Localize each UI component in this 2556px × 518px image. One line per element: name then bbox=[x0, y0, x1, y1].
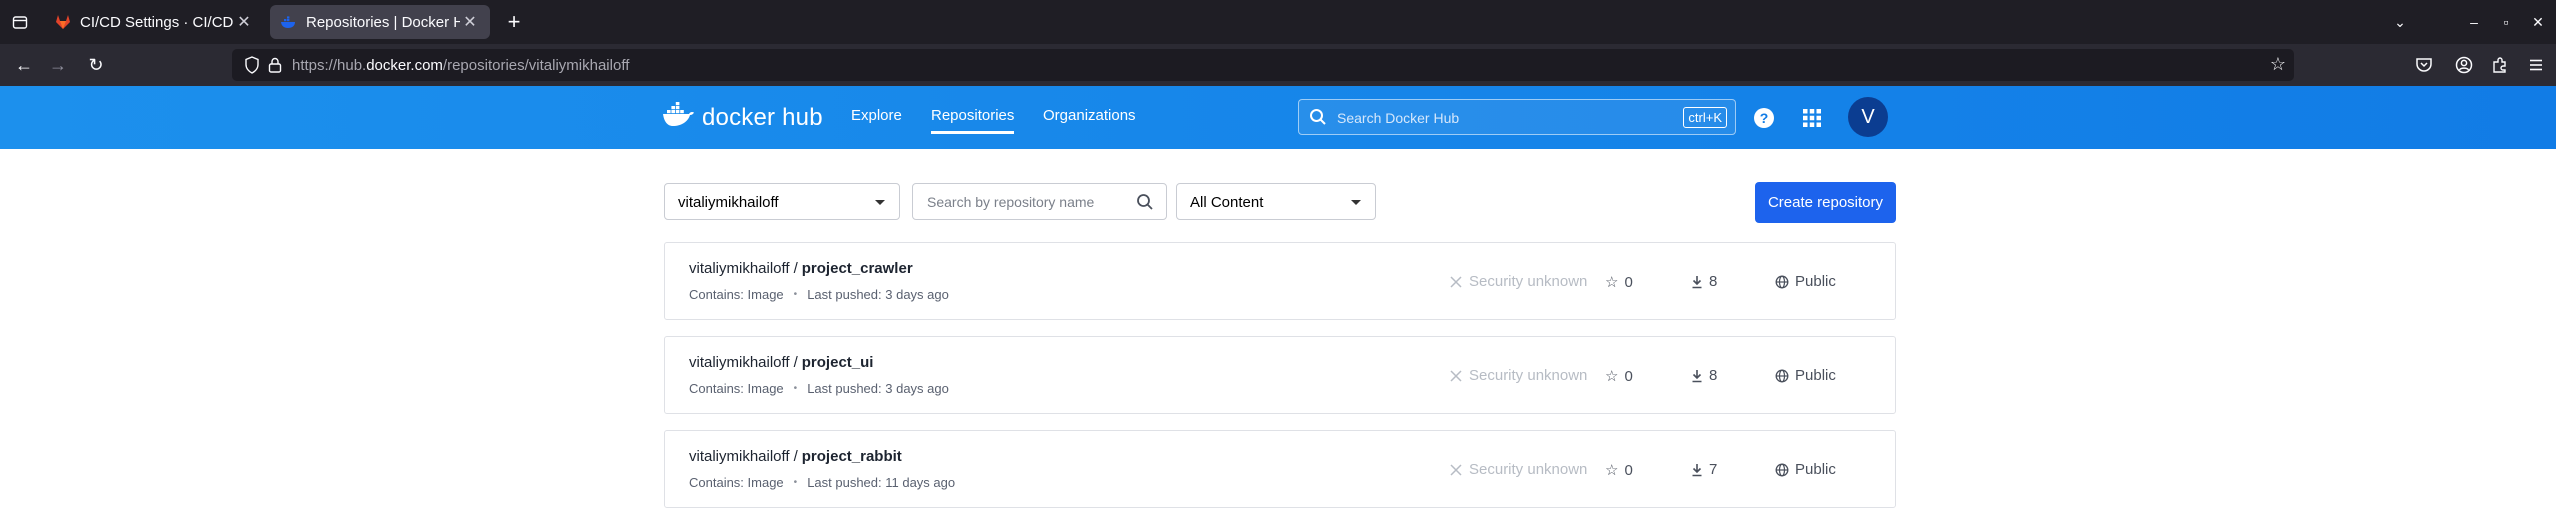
back-icon[interactable]: ← bbox=[12, 53, 36, 77]
namespace-select[interactable]: vitaliymikhailoff bbox=[664, 183, 900, 220]
search-placeholder: Search Docker Hub bbox=[1337, 110, 1460, 126]
repository-name[interactable]: vitaliymikhailoff / project_rabbit bbox=[689, 448, 902, 465]
docker-hub-header: docker hub Explore Repositories Organiza… bbox=[0, 86, 2556, 149]
shield-icon[interactable] bbox=[244, 56, 260, 79]
close-tab-icon[interactable]: ✕ bbox=[460, 12, 480, 32]
close-tab-icon[interactable]: ✕ bbox=[234, 12, 254, 32]
docker-whale-icon bbox=[662, 102, 696, 133]
docker-hub-logo[interactable]: docker hub bbox=[662, 102, 823, 133]
pocket-icon[interactable] bbox=[2412, 53, 2436, 77]
download-icon bbox=[1691, 463, 1703, 477]
content-filter-select[interactable]: All Content bbox=[1176, 183, 1376, 220]
repository-card[interactable]: vitaliymikhailoff / project_crawler Contai… bbox=[664, 242, 1896, 320]
pull-count: 8 bbox=[1691, 367, 1717, 384]
avatar[interactable]: V bbox=[1848, 97, 1888, 137]
browser-tab-bar: CI/CD Settings · CI/CD · Se ✕ Repositori… bbox=[0, 0, 2556, 44]
security-unknown-icon bbox=[1449, 463, 1463, 477]
chevron-down-icon bbox=[1351, 200, 1361, 205]
search-shortcut-badge: ctrl+K bbox=[1683, 107, 1727, 128]
address-bar[interactable]: https://hub.docker.com/repositories/vita… bbox=[232, 49, 2294, 81]
star-count: ☆ 0 bbox=[1605, 273, 1633, 292]
repository-meta: Contains: Image • Last pushed: 3 days ago bbox=[689, 381, 949, 396]
repository-card[interactable]: vitaliymikhailoff / project_rabbit Contain… bbox=[664, 430, 1896, 508]
repository-search-input[interactable]: Search by repository name bbox=[912, 183, 1167, 220]
list-all-tabs-icon[interactable]: ⌄ bbox=[2388, 10, 2412, 34]
new-tab-icon[interactable]: + bbox=[502, 10, 526, 34]
url-text: https://hub.docker.com/repositories/vita… bbox=[292, 57, 630, 74]
lock-icon[interactable] bbox=[268, 56, 282, 79]
pull-count: 7 bbox=[1691, 461, 1717, 478]
repository-name[interactable]: vitaliymikhailoff / project_ui bbox=[689, 354, 873, 371]
tab-list-icon[interactable] bbox=[8, 10, 32, 34]
repository-name[interactable]: vitaliymikhailoff / project_crawler bbox=[689, 260, 913, 277]
minimize-icon[interactable]: – bbox=[2462, 10, 2486, 34]
star-icon: ☆ bbox=[1605, 368, 1619, 385]
browser-nav-bar: ← → ↻ https://hub.docker.com/repositorie… bbox=[0, 44, 2556, 86]
repository-meta: Contains: Image • Last pushed: 3 days ago bbox=[689, 287, 949, 302]
pull-count: 8 bbox=[1691, 273, 1717, 290]
star-icon: ☆ bbox=[1605, 274, 1619, 291]
star-icon: ☆ bbox=[1605, 462, 1619, 479]
search-icon bbox=[1309, 108, 1327, 131]
tab-title: Repositories | Docker Hub bbox=[306, 13, 460, 31]
download-icon bbox=[1691, 275, 1703, 289]
logo-text: docker hub bbox=[702, 103, 823, 131]
create-repository-button[interactable]: Create repository bbox=[1755, 182, 1896, 223]
tab-gitlab-cicd[interactable]: CI/CD Settings · CI/CD · Se ✕ bbox=[44, 5, 264, 39]
security-unknown-icon bbox=[1449, 369, 1463, 383]
gitlab-icon bbox=[54, 13, 72, 31]
docker-hub-search-input[interactable]: Search Docker Hub ctrl+K bbox=[1298, 99, 1736, 135]
download-icon bbox=[1691, 369, 1703, 383]
tab-docker-hub[interactable]: Repositories | Docker Hub ✕ bbox=[270, 5, 490, 39]
globe-icon bbox=[1775, 369, 1789, 383]
bookmark-star-icon[interactable]: ☆ bbox=[2270, 54, 2286, 75]
visibility: Public bbox=[1775, 273, 1836, 290]
restore-icon[interactable]: ▫ bbox=[2494, 10, 2518, 34]
forward-icon[interactable]: → bbox=[46, 53, 70, 77]
menu-icon[interactable] bbox=[2524, 53, 2548, 77]
docker-favicon-icon bbox=[280, 13, 298, 31]
repository-meta: Contains: Image • Last pushed: 11 days ago bbox=[689, 475, 956, 490]
svg-text:?: ? bbox=[1760, 110, 1769, 126]
security-unknown-icon bbox=[1449, 275, 1463, 289]
namespace-value: vitaliymikhailoff bbox=[678, 194, 779, 211]
repository-card[interactable]: vitaliymikhailoff / project_ui Contains: I… bbox=[664, 336, 1896, 414]
star-count: ☆ 0 bbox=[1605, 367, 1633, 386]
tab-title: CI/CD Settings · CI/CD · Se bbox=[80, 13, 234, 31]
chevron-down-icon bbox=[875, 200, 885, 205]
search-icon bbox=[1136, 193, 1154, 216]
globe-icon bbox=[1775, 463, 1789, 477]
apps-grid-icon[interactable] bbox=[1800, 106, 1824, 130]
content-filter-value: All Content bbox=[1190, 194, 1264, 211]
reload-icon[interactable]: ↻ bbox=[84, 53, 108, 77]
security-status: Security unknown bbox=[1449, 273, 1587, 290]
visibility: Public bbox=[1775, 367, 1836, 384]
nav-repositories[interactable]: Repositories bbox=[931, 107, 1015, 134]
visibility: Public bbox=[1775, 461, 1836, 478]
star-count: ☆ 0 bbox=[1605, 461, 1633, 480]
repository-search-placeholder: Search by repository name bbox=[927, 194, 1095, 210]
account-icon[interactable] bbox=[2452, 53, 2476, 77]
nav-organizations[interactable]: Organizations bbox=[1043, 107, 1136, 124]
security-status: Security unknown bbox=[1449, 461, 1587, 478]
extensions-icon[interactable] bbox=[2488, 53, 2512, 77]
security-status: Security unknown bbox=[1449, 367, 1587, 384]
globe-icon bbox=[1775, 275, 1789, 289]
nav-explore[interactable]: Explore bbox=[851, 107, 902, 124]
close-window-icon[interactable]: ✕ bbox=[2526, 10, 2550, 34]
help-icon[interactable]: ? bbox=[1752, 106, 1776, 130]
